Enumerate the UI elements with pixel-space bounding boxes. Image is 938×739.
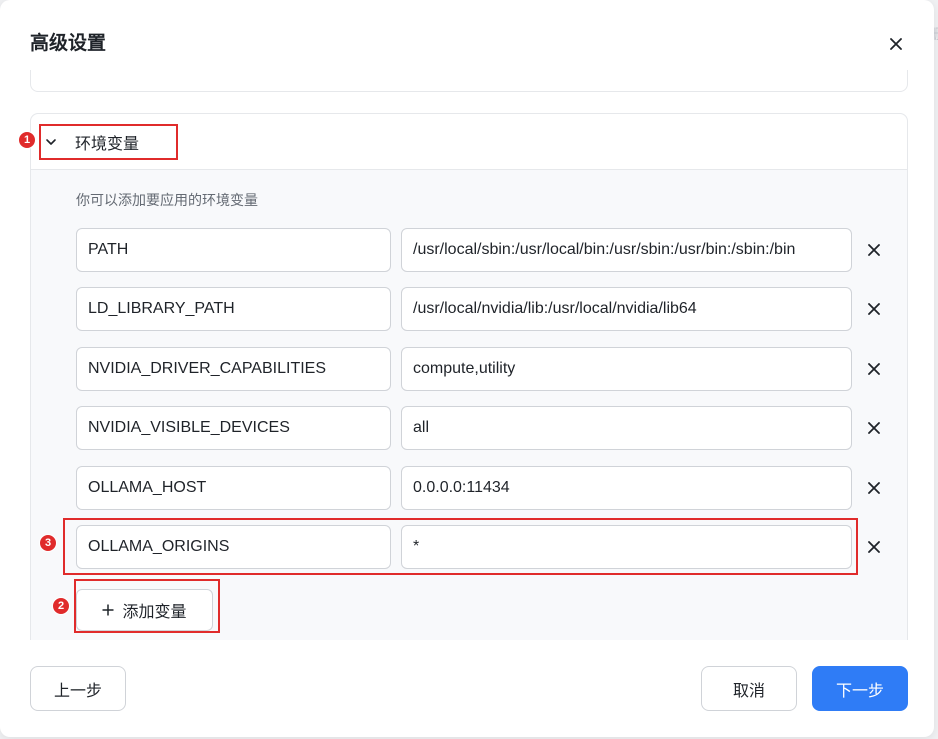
env-var-row: PATH /usr/local/sbin:/usr/local/bin:/usr… [76,228,896,272]
env-key-input[interactable]: OLLAMA_HOST [76,466,391,510]
delete-env-button[interactable] [864,299,884,319]
env-value-input[interactable]: /usr/local/sbin:/usr/local/bin:/usr/sbin… [401,228,852,272]
dialog-title: 高级设置 [30,32,107,54]
previous-step-button[interactable]: 上一步 [30,666,126,711]
env-value-input[interactable]: compute,utility [401,347,852,391]
advanced-settings-dialog: 高级设置 环境变量 你可以添加要应用的环境变量 PATH /usr/local/… [0,0,934,737]
annotation-badge: 2 [52,597,70,615]
close-icon [890,38,902,50]
env-var-row: NVIDIA_VISIBLE_DEVICES all [76,406,896,450]
plus-icon [102,604,114,616]
add-variable-label: 添加变量 [122,602,187,621]
delete-icon [868,363,880,375]
env-value-input[interactable]: 0.0.0.0:11434 [401,466,852,510]
delete-icon [868,482,880,494]
cancel-button[interactable]: 取消 [701,666,797,711]
env-value-input[interactable]: all [401,406,852,450]
next-step-button[interactable]: 下一步 [812,666,908,711]
chevron-down-icon [43,134,59,150]
env-var-row: OLLAMA_HOST 0.0.0.0:11434 [76,466,896,510]
delete-icon [868,422,880,434]
env-key-input[interactable]: NVIDIA_DRIVER_CAPABILITIES [76,347,391,391]
section-hint: 你可以添加要应用的环境变量 [76,193,258,209]
annotation-badge: 1 [18,131,36,149]
delete-env-button[interactable] [864,359,884,379]
env-key-input[interactable]: PATH [76,228,391,272]
add-variable-button[interactable]: 添加变量 [76,589,213,631]
section-header: 环境变量 [31,114,907,170]
env-value-input[interactable]: * [401,525,852,569]
annotation-badge: 3 [39,534,57,552]
env-var-row: OLLAMA_ORIGINS * [76,525,896,569]
delete-env-button[interactable] [864,537,884,557]
env-value-input[interactable]: /usr/local/nvidia/lib:/usr/local/nvidia/… [401,287,852,331]
delete-env-button[interactable] [864,240,884,260]
env-var-row: LD_LIBRARY_PATH /usr/local/nvidia/lib:/u… [76,287,896,331]
env-key-input[interactable]: NVIDIA_VISIBLE_DEVICES [76,406,391,450]
env-vars-section: 环境变量 你可以添加要应用的环境变量 PATH /usr/local/sbin:… [30,113,908,640]
env-key-input[interactable]: LD_LIBRARY_PATH [76,287,391,331]
delete-icon [868,244,880,256]
close-button[interactable] [884,32,908,56]
delete-icon [868,303,880,315]
delete-env-button[interactable] [864,478,884,498]
dialog-body: 环境变量 你可以添加要应用的环境变量 PATH /usr/local/sbin:… [0,70,934,640]
env-var-row: NVIDIA_DRIVER_CAPABILITIES compute,utili… [76,347,896,391]
section-title: 环境变量 [75,134,140,153]
env-key-input[interactable]: OLLAMA_ORIGINS [76,525,391,569]
delete-env-button[interactable] [864,418,884,438]
env-vars-toggle[interactable]: 环境变量 [43,132,140,153]
previous-section-card [30,70,908,92]
delete-icon [868,541,880,553]
